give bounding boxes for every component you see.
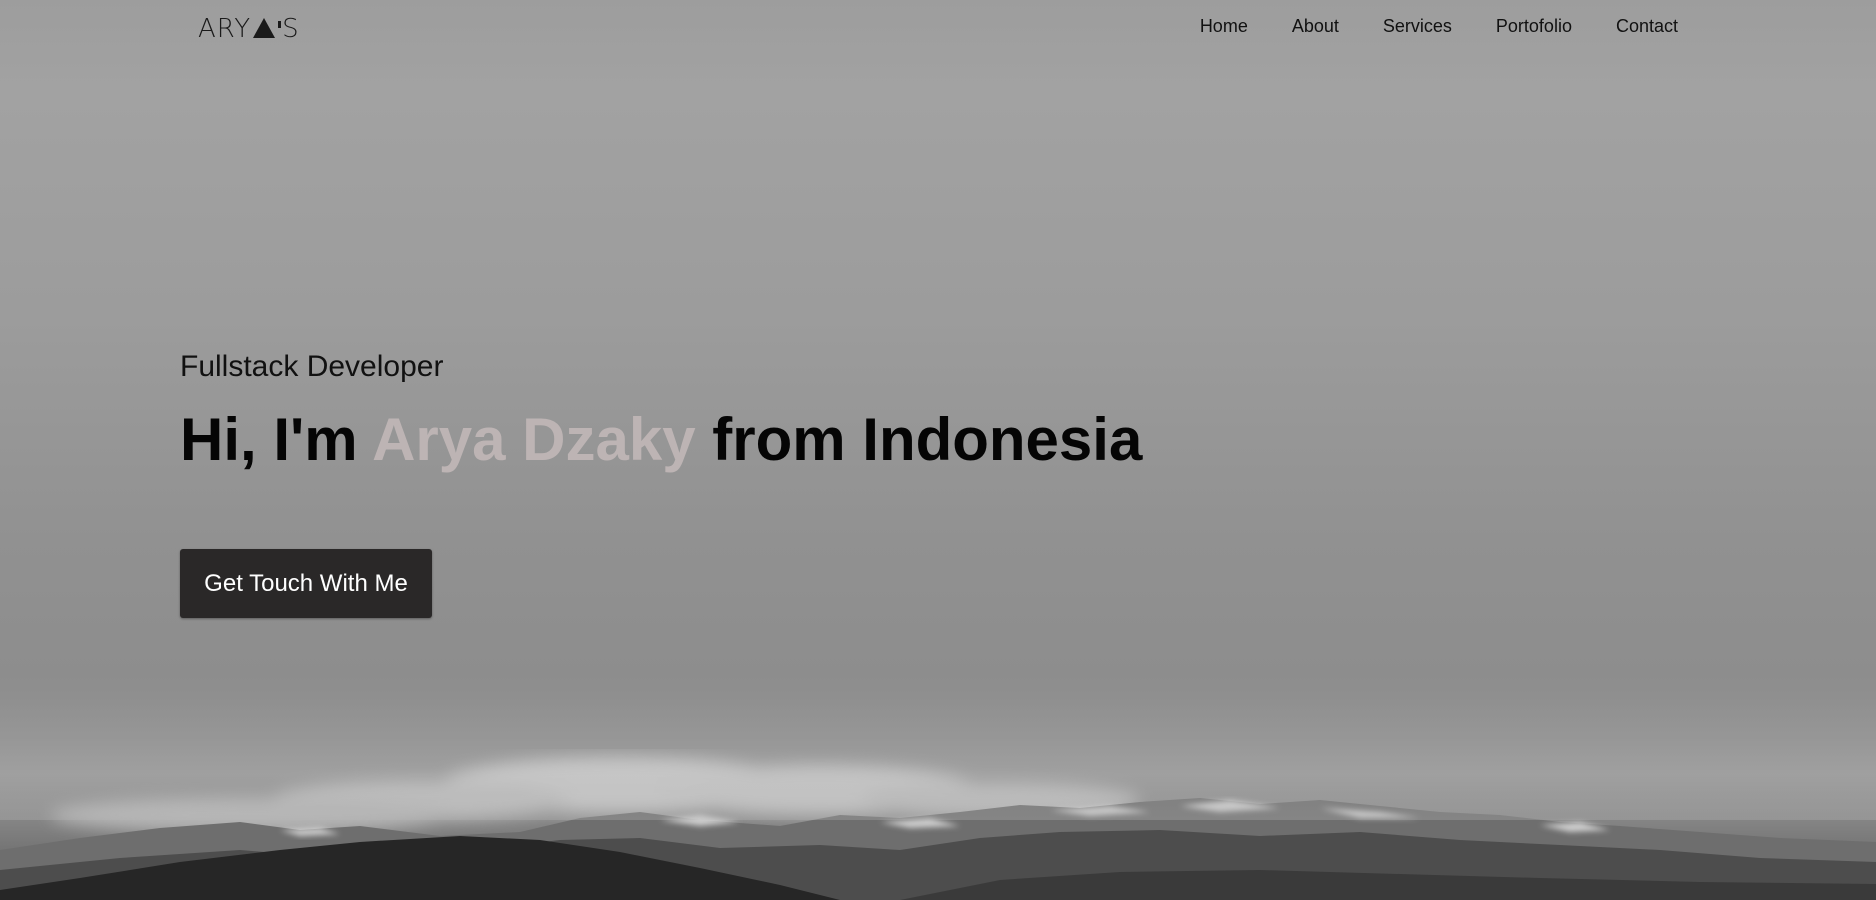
apostrophe-mark-icon: [278, 20, 282, 28]
triangle-logo-icon: [253, 18, 276, 38]
brand-logo[interactable]: ARY S: [198, 14, 300, 44]
logo-text-right: S: [282, 14, 300, 44]
get-touch-button[interactable]: Get Touch With Me: [180, 549, 432, 618]
main-nav: Home About Services Portofolio Contact: [1156, 15, 1678, 37]
headline-prefix: Hi, I'm: [180, 406, 373, 473]
nav-item-portofolio[interactable]: Portofolio: [1496, 15, 1572, 37]
hero-headline: Hi, I'm Arya Dzaky from Indonesia: [180, 405, 1142, 474]
logo-text-left: ARY: [198, 14, 252, 44]
nav-item-services[interactable]: Services: [1383, 15, 1452, 37]
nav-item-home[interactable]: Home: [1200, 15, 1248, 37]
nav-item-about[interactable]: About: [1292, 15, 1339, 37]
headline-suffix: from Indonesia: [695, 406, 1143, 473]
headline-name: Arya Dzaky: [372, 406, 696, 473]
nav-item-contact[interactable]: Contact: [1616, 15, 1678, 37]
hero-subtitle: Fullstack Developer: [180, 350, 444, 383]
